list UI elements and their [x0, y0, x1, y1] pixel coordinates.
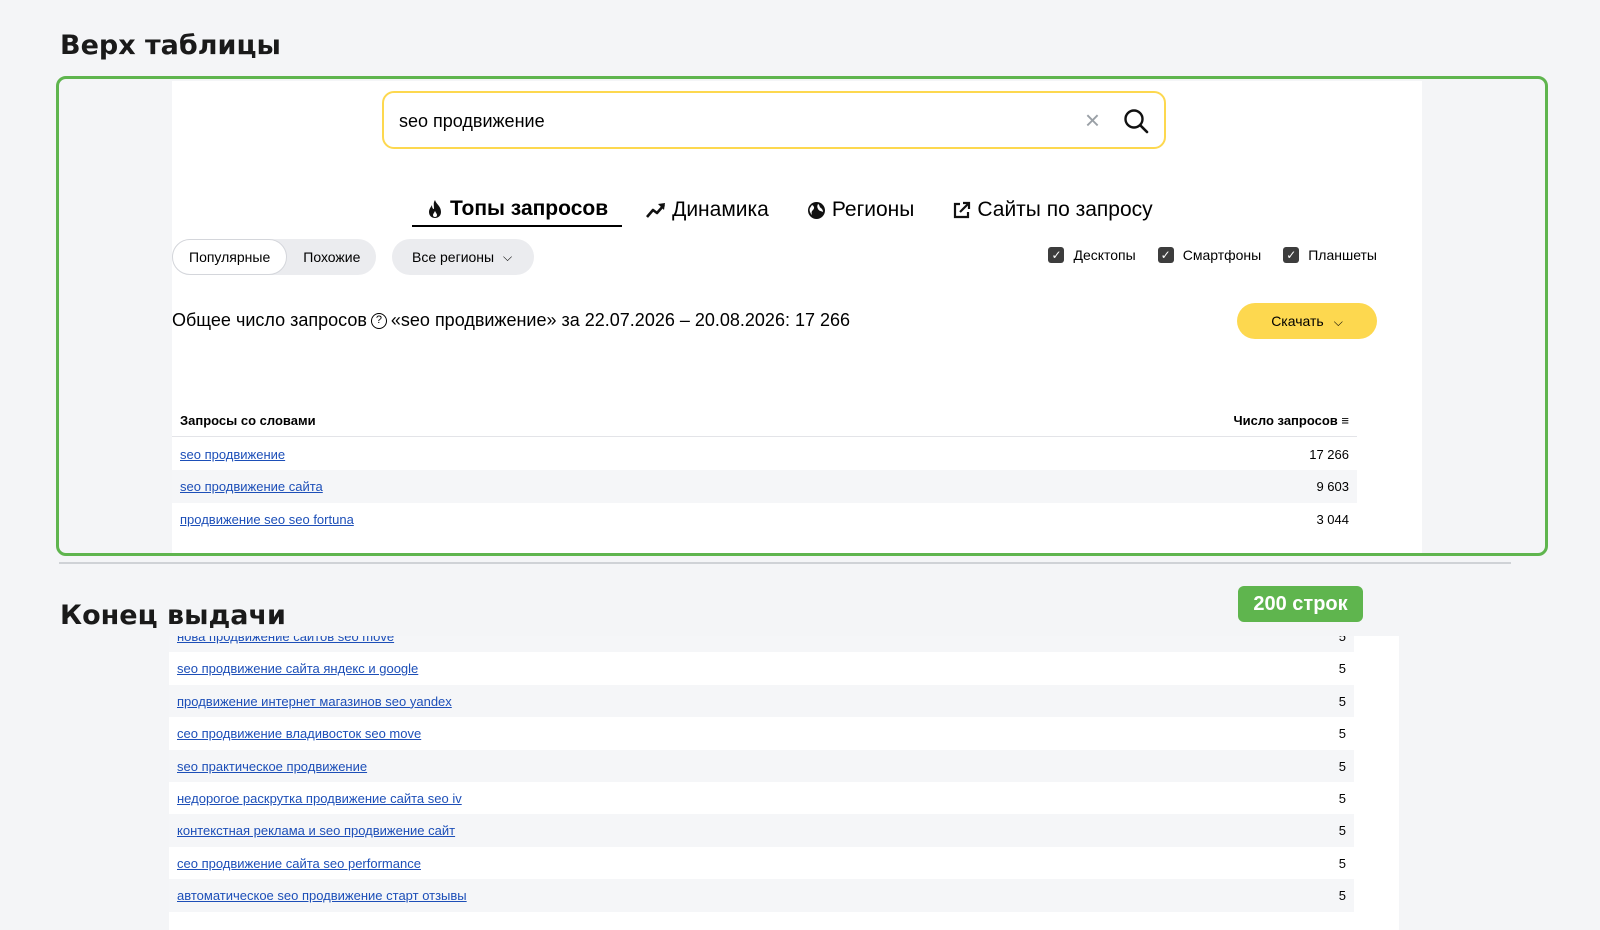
- query-count: 5: [1338, 855, 1346, 871]
- column-query-header: Запросы со словами: [180, 413, 316, 428]
- table-row: недорогое раскрутка продвижение сайта se…: [169, 782, 1354, 814]
- query-count: 5: [1338, 888, 1346, 904]
- device-tablet-label: Планшеты: [1308, 247, 1377, 263]
- query-link[interactable]: сео продвижение владивосток seo move: [177, 726, 421, 741]
- checkbox-checked-icon[interactable]: ✓: [1157, 247, 1174, 263]
- device-smartphone-label: Смартфоны: [1182, 247, 1262, 263]
- clear-icon[interactable]: ×: [1085, 106, 1100, 134]
- section-title-end: Конец выдачи: [60, 600, 286, 631]
- query-link[interactable]: недорогое раскрутка продвижение сайта se…: [177, 791, 462, 806]
- tab-dynamics[interactable]: Динамика: [632, 193, 783, 227]
- query-link[interactable]: нова продвижение сайтов seo move: [177, 636, 394, 644]
- query-count: 9 603: [1316, 479, 1349, 495]
- total-label: Общее число запросов: [172, 310, 367, 330]
- query-count: 5: [1338, 726, 1346, 742]
- download-button[interactable]: Скачать ⌵: [1237, 303, 1377, 339]
- table-row: seo продвижение сайта яндекс и google 5: [169, 652, 1354, 684]
- region-select[interactable]: Все регионы ⌵: [392, 239, 535, 275]
- section-divider: [59, 562, 1511, 564]
- query-link[interactable]: seo продвижение сайта яндекс и google: [177, 661, 418, 676]
- query-count: 17 266: [1309, 447, 1349, 462]
- query-link[interactable]: сео продвижение сайта seo performance: [177, 856, 421, 871]
- table-row: продвижение интернет магазинов seo yande…: [169, 684, 1354, 718]
- mode-similar-button[interactable]: Похожие: [287, 239, 376, 275]
- query-count: 5: [1338, 661, 1346, 677]
- query-link[interactable]: продвижение интернет магазинов seo yande…: [177, 694, 452, 709]
- checkbox-checked-icon[interactable]: ✓: [1283, 247, 1300, 263]
- query-count: 5: [1338, 790, 1346, 806]
- device-smartphone-checkbox[interactable]: ✓ Смартфоны: [1157, 247, 1262, 263]
- tab-tops-label: Топы запросов: [450, 197, 609, 220]
- mode-switch: Популярные Похожие: [172, 239, 377, 275]
- trend-up-icon: [646, 203, 666, 218]
- table-row: нова продвижение сайтов seo move 5: [169, 636, 1354, 653]
- tab-sites[interactable]: Сайты по запросу: [938, 193, 1166, 227]
- table-row: продвижение seo seo fortuna 3 044: [172, 503, 1357, 535]
- chevron-down-icon: ⌵: [1333, 315, 1343, 329]
- table-row: seo продвижение сайта 9 603: [172, 470, 1357, 503]
- query-count: 5: [1338, 693, 1346, 709]
- query-count: 5: [1338, 823, 1346, 839]
- table-row: сео продвижение владивосток seo move 5: [169, 717, 1354, 749]
- help-icon[interactable]: ?: [370, 312, 387, 329]
- rows-count-badge: 200 строк: [1238, 586, 1363, 622]
- query-link[interactable]: seo практическое продвижение: [177, 759, 367, 774]
- table-row: seo практическое продвижение 5: [169, 749, 1354, 782]
- section-title-top: Верх таблицы: [60, 30, 281, 61]
- wordstat-panel: seo продвижение × Топы запросов Динамика…: [172, 81, 1422, 553]
- query-count: 5: [1338, 636, 1346, 644]
- table-row: автоматическое seo продвижение старт отз…: [169, 879, 1354, 912]
- tab-regions[interactable]: Регионы: [793, 193, 929, 227]
- query-link[interactable]: продвижение seo seo fortuna: [180, 512, 354, 527]
- table-top-frame: seo продвижение × Топы запросов Динамика…: [56, 76, 1548, 556]
- search-icon[interactable]: [1122, 107, 1150, 135]
- query-link[interactable]: seo продвижение сайта: [180, 479, 323, 494]
- mode-popular-button[interactable]: Популярные: [172, 239, 288, 275]
- total-value: «seo продвижение» за 22.07.2026 – 20.08.…: [390, 310, 851, 330]
- column-count-label: Число запросов: [1233, 413, 1338, 428]
- tab-bar: Топы запросов Динамика Регионы Сайты по …: [412, 193, 1177, 227]
- query-count: 5: [1338, 758, 1346, 774]
- table-body-top: seo продвижение 17 266 seo продвижение с…: [172, 438, 1357, 535]
- checkbox-checked-icon[interactable]: ✓: [1048, 247, 1065, 263]
- table-header: Запросы со словами Число запросов ≡: [172, 409, 1357, 437]
- table-body-bottom: нова продвижение сайтов seo move 5 seo п…: [169, 636, 1354, 912]
- download-button-label: Скачать: [1271, 313, 1324, 329]
- device-desktop-checkbox[interactable]: ✓ Десктопы: [1048, 247, 1136, 263]
- tab-sites-label: Сайты по запросу: [977, 198, 1153, 221]
- query-link[interactable]: seo продвижение: [180, 447, 285, 462]
- table-row: сео продвижение сайта seo performance 5: [169, 847, 1354, 879]
- chevron-down-icon: ⌵: [502, 250, 513, 264]
- search-input[interactable]: seo продвижение ×: [382, 91, 1166, 149]
- globe-icon: [807, 201, 825, 219]
- device-filters: ✓ Десктопы ✓ Смартфоны ✓ Планшеты: [1048, 247, 1377, 263]
- query-link[interactable]: контекстная реклама и seo продвижение са…: [177, 823, 455, 838]
- sort-icon[interactable]: ≡: [1341, 413, 1349, 428]
- fire-icon: [429, 200, 441, 218]
- tab-dynamics-label: Динамика: [672, 198, 769, 221]
- tab-tops[interactable]: Топы запросов: [412, 193, 623, 227]
- tab-regions-label: Регионы: [831, 198, 915, 221]
- query-link[interactable]: автоматическое seo продвижение старт отз…: [177, 888, 467, 903]
- search-input-value[interactable]: seo продвижение: [399, 111, 545, 132]
- external-link-icon: [954, 201, 971, 218]
- table-end-panel: нова продвижение сайтов seo move 5 seo п…: [169, 636, 1399, 930]
- region-select-label: Все регионы: [412, 249, 495, 265]
- device-desktop-label: Десктопы: [1073, 247, 1136, 263]
- device-tablet-checkbox[interactable]: ✓ Планшеты: [1283, 247, 1377, 263]
- total-queries: Общее число запросов ? «seo продвижение»…: [172, 310, 850, 331]
- column-count-header[interactable]: Число запросов ≡: [1234, 413, 1349, 428]
- table-row: контекстная реклама и seo продвижение са…: [169, 814, 1354, 847]
- table-row: seo продвижение 17 266: [172, 438, 1357, 470]
- query-count: 3 044: [1316, 511, 1349, 527]
